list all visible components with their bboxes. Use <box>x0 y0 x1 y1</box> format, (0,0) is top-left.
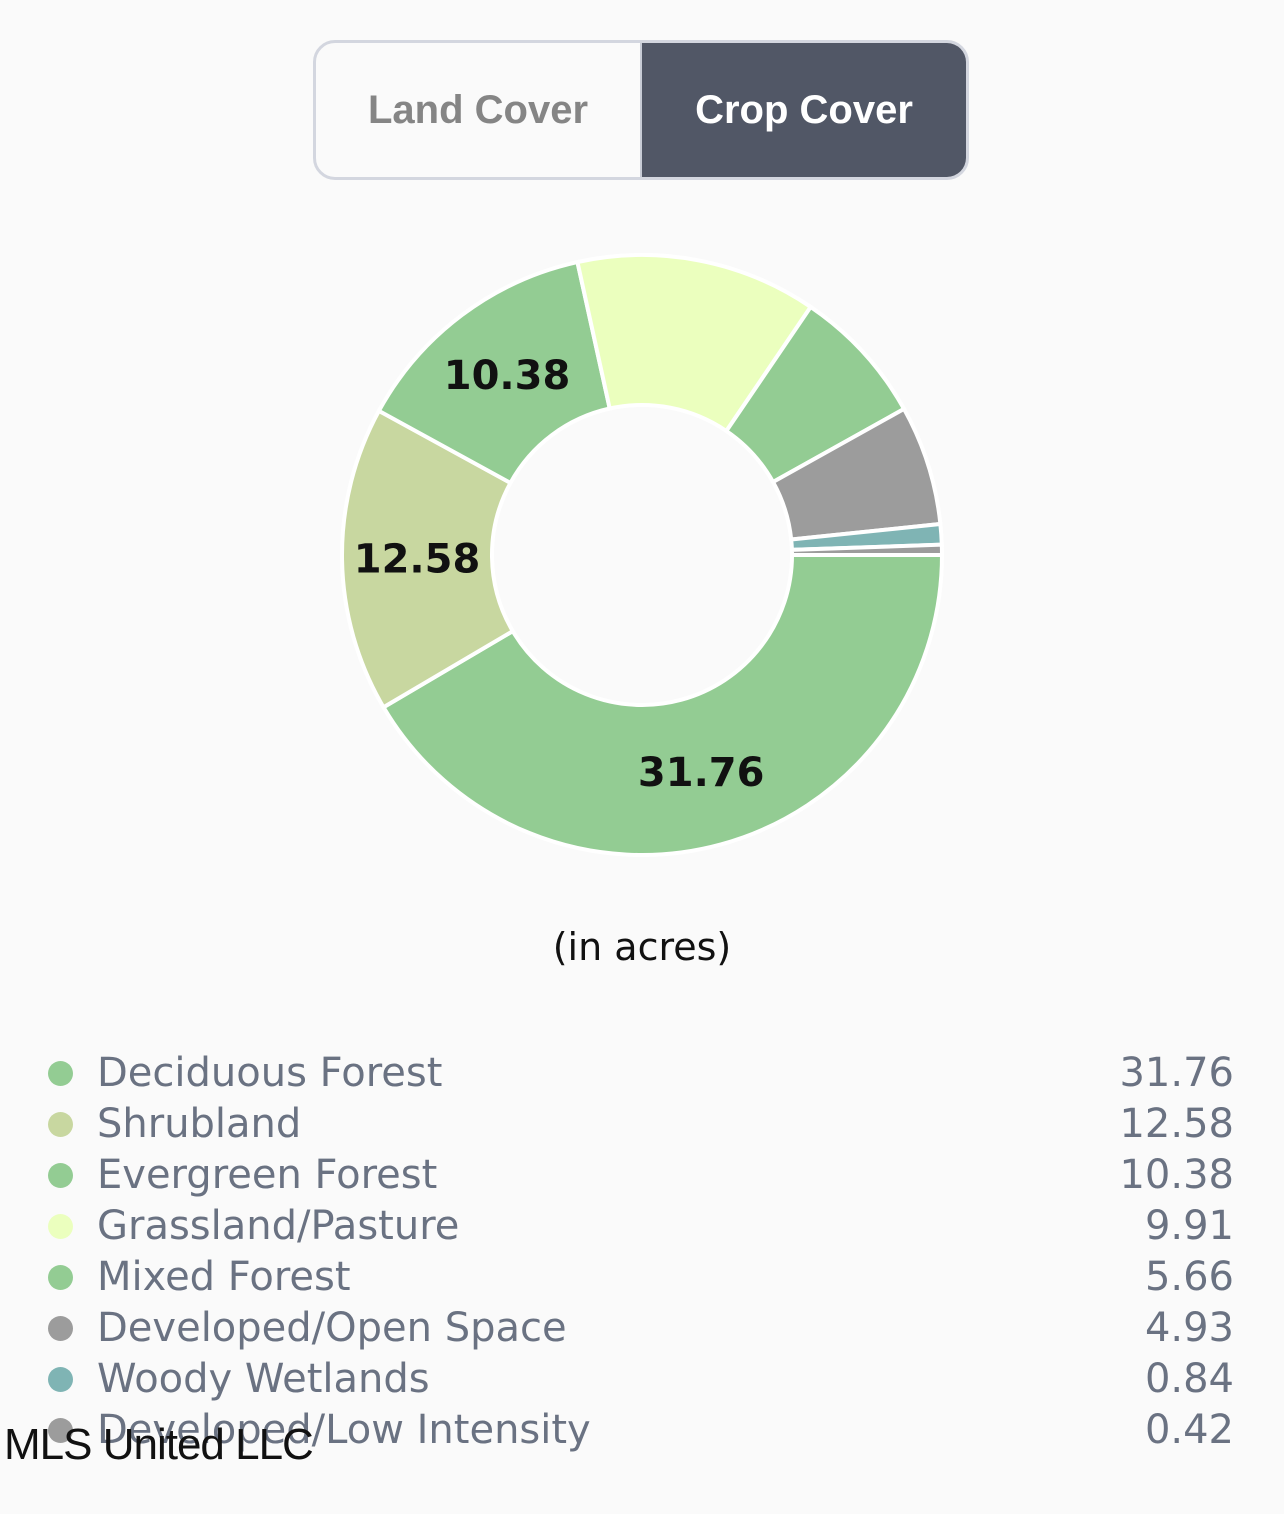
legend-dot-icon <box>48 1163 73 1188</box>
legend-dot-icon <box>48 1367 73 1392</box>
legend-value: 4.93 <box>1144 1305 1234 1351</box>
legend-item: Grassland/Pasture 9.91 <box>0 1201 1284 1252</box>
legend-label: Evergreen Forest <box>97 1152 438 1198</box>
legend-value: 0.42 <box>1144 1407 1234 1453</box>
legend-label: Woody Wetlands <box>97 1356 430 1402</box>
legend-value: 9.91 <box>1144 1203 1234 1249</box>
unit-label: (in acres) <box>552 925 732 969</box>
donut-chart: 31.76 12.58 10.38 <box>340 253 945 857</box>
legend-label: Grassland/Pasture <box>97 1203 460 1249</box>
legend-item: Developed/Open Space 4.93 <box>0 1303 1284 1354</box>
legend-label: Developed/Open Space <box>97 1305 567 1351</box>
legend-value: 5.66 <box>1144 1254 1234 1300</box>
legend-value: 10.38 <box>1119 1152 1234 1198</box>
legend-label: Shrubland <box>97 1101 302 1147</box>
legend-dot-icon <box>48 1061 73 1086</box>
legend-item: Deciduous Forest 31.76 <box>0 1048 1284 1099</box>
legend-dot-icon <box>48 1316 73 1341</box>
legend-value: 0.84 <box>1144 1356 1234 1402</box>
legend-value: 12.58 <box>1119 1101 1234 1147</box>
watermark: MLS United LLC <box>4 1420 314 1469</box>
legend-item: Shrubland 12.58 <box>0 1099 1284 1150</box>
legend-label: Mixed Forest <box>97 1254 351 1300</box>
legend-dot-icon <box>48 1214 73 1239</box>
legend-dot-icon <box>48 1112 73 1137</box>
data-label: 12.58 <box>354 537 481 583</box>
data-label: 10.38 <box>444 353 571 399</box>
data-label: 31.76 <box>638 750 765 796</box>
legend-value: 31.76 <box>1119 1050 1234 1096</box>
legend-item: Woody Wetlands 0.84 <box>0 1354 1284 1405</box>
legend-item: Mixed Forest 5.66 <box>0 1252 1284 1303</box>
legend: Deciduous Forest 31.76 Shrubland 12.58 Everg… <box>0 1048 1284 1456</box>
legend-item: Evergreen Forest 10.38 <box>0 1150 1284 1201</box>
legend-label: Deciduous Forest <box>97 1050 443 1096</box>
legend-dot-icon <box>48 1265 73 1290</box>
